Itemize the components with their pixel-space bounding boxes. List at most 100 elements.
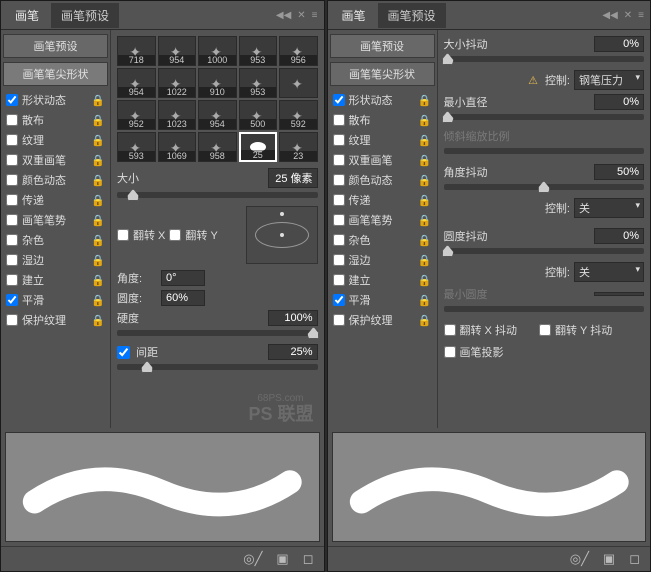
tip-shape-button[interactable]: 画笔笔尖形状 — [330, 62, 435, 86]
lock-icon[interactable]: 🔒 — [418, 154, 432, 167]
opt-build[interactable] — [333, 274, 345, 286]
angle-jitter-slider[interactable] — [444, 184, 645, 190]
opt-noise[interactable] — [333, 234, 345, 246]
overlay-icon[interactable]: ◻ — [629, 551, 640, 567]
tab-brush[interactable]: 画笔 — [332, 3, 376, 28]
lock-icon[interactable]: 🔒 — [91, 134, 105, 147]
opt-protect-texture[interactable] — [333, 314, 345, 326]
opt-wet-edge[interactable] — [6, 254, 18, 266]
size-jitter-slider[interactable] — [444, 56, 645, 62]
brush-thumb[interactable]: ✦956 — [279, 36, 318, 66]
lock-icon[interactable]: 🔒 — [91, 174, 105, 187]
spacing-slider[interactable] — [117, 364, 318, 370]
lock-icon[interactable]: 🔒 — [91, 214, 105, 227]
opt-protect-texture[interactable] — [6, 314, 18, 326]
menu-icon[interactable]: ≡ — [312, 10, 318, 21]
lock-icon[interactable]: 🔒 — [418, 194, 432, 207]
brush-thumb[interactable]: ✦500 — [239, 100, 278, 130]
opt-noise[interactable] — [6, 234, 18, 246]
tip-shape-button[interactable]: 画笔笔尖形状 — [3, 62, 108, 86]
lock-icon[interactable]: 🔒 — [91, 154, 105, 167]
toggle-preview-icon[interactable]: ◎╱ — [243, 551, 262, 567]
hardness-value[interactable]: 100% — [268, 310, 318, 326]
tab-preset[interactable]: 画笔预设 — [378, 3, 446, 28]
lock-icon[interactable]: 🔒 — [91, 254, 105, 267]
lock-icon[interactable]: 🔒 — [91, 294, 105, 307]
lock-icon[interactable]: 🔒 — [418, 174, 432, 187]
brush-thumb[interactable]: 25 — [239, 132, 278, 162]
brush-thumb[interactable]: ✦953 — [239, 36, 278, 66]
lock-icon[interactable]: 🔒 — [418, 294, 432, 307]
flip-y-jitter-check[interactable] — [539, 324, 551, 336]
brush-thumb[interactable]: ✦1023 — [158, 100, 197, 130]
brush-thumb[interactable]: ✦23 — [279, 132, 318, 162]
flip-x-jitter-check[interactable] — [444, 324, 456, 336]
opt-transfer[interactable] — [333, 194, 345, 206]
angle-viewer[interactable] — [246, 206, 318, 264]
opt-smooth[interactable] — [333, 294, 345, 306]
opt-smooth[interactable] — [6, 294, 18, 306]
lock-icon[interactable]: 🔒 — [91, 274, 105, 287]
round-jitter-value[interactable]: 0% — [594, 228, 644, 244]
lock-icon[interactable]: 🔒 — [418, 94, 432, 107]
opt-scatter[interactable] — [6, 114, 18, 126]
lock-icon[interactable]: 🔒 — [418, 234, 432, 247]
lock-icon[interactable]: 🔒 — [418, 314, 432, 327]
brush-thumb[interactable]: ✦718 — [117, 36, 156, 66]
opt-shape-dynamics[interactable] — [333, 94, 345, 106]
angle-control-select[interactable]: 关 — [574, 198, 644, 218]
control-select[interactable]: 钢笔压力 — [574, 70, 644, 90]
brush-projection-check[interactable] — [444, 346, 456, 358]
round-jitter-slider[interactable] — [444, 248, 645, 254]
opt-scatter[interactable] — [333, 114, 345, 126]
tab-preset[interactable]: 画笔预设 — [51, 3, 119, 28]
brush-thumb[interactable]: ✦952 — [117, 100, 156, 130]
lock-icon[interactable]: 🔒 — [418, 114, 432, 127]
opt-color-dynamics[interactable] — [333, 174, 345, 186]
min-diameter-slider[interactable] — [444, 114, 645, 120]
close-icon[interactable]: ✕ — [624, 10, 632, 21]
new-preset-icon[interactable]: ▣ — [603, 551, 615, 567]
opt-texture[interactable] — [6, 134, 18, 146]
lock-icon[interactable]: 🔒 — [91, 94, 105, 107]
size-slider[interactable] — [117, 192, 318, 198]
size-value[interactable]: 25 像素 — [268, 168, 318, 188]
opt-pose[interactable] — [6, 214, 18, 226]
min-diameter-value[interactable]: 0% — [594, 94, 644, 110]
lock-icon[interactable]: 🔒 — [91, 234, 105, 247]
menu-icon[interactable]: ≡ — [638, 10, 644, 21]
brush-thumb[interactable]: ✦954 — [158, 36, 197, 66]
opt-dual-brush[interactable] — [333, 154, 345, 166]
opt-dual-brush[interactable] — [6, 154, 18, 166]
collapse-icon[interactable]: ◀◀ — [276, 10, 291, 21]
flip-x-check[interactable] — [117, 229, 129, 241]
opt-shape-dynamics[interactable] — [6, 94, 18, 106]
brush-thumb[interactable]: ✦1069 — [158, 132, 197, 162]
brush-thumb[interactable]: ✦958 — [198, 132, 237, 162]
lock-icon[interactable]: 🔒 — [91, 194, 105, 207]
roundness-value[interactable]: 60% — [161, 290, 205, 306]
angle-jitter-value[interactable]: 50% — [594, 164, 644, 180]
brush-thumb[interactable]: ✦1000 — [198, 36, 237, 66]
brush-thumb[interactable]: ✦954 — [198, 100, 237, 130]
round-control-select[interactable]: 关 — [574, 262, 644, 282]
opt-texture[interactable] — [333, 134, 345, 146]
brush-thumb[interactable]: ✦954 — [117, 68, 156, 98]
brush-thumb[interactable]: ✦ — [279, 68, 318, 98]
lock-icon[interactable]: 🔒 — [418, 134, 432, 147]
tab-brush[interactable]: 画笔 — [5, 3, 49, 28]
spacing-check[interactable] — [117, 346, 130, 359]
angle-value[interactable]: 0° — [161, 270, 205, 286]
brush-thumb[interactable]: ✦953 — [239, 68, 278, 98]
size-jitter-value[interactable]: 0% — [594, 36, 644, 52]
brush-thumb[interactable]: ✦910 — [198, 68, 237, 98]
opt-build[interactable] — [6, 274, 18, 286]
brush-thumb[interactable]: ✦593 — [117, 132, 156, 162]
lock-icon[interactable]: 🔒 — [91, 114, 105, 127]
lock-icon[interactable]: 🔒 — [418, 274, 432, 287]
new-preset-icon[interactable]: ▣ — [276, 551, 288, 567]
lock-icon[interactable]: 🔒 — [91, 314, 105, 327]
spacing-value[interactable]: 25% — [268, 344, 318, 360]
toggle-preview-icon[interactable]: ◎╱ — [570, 551, 589, 567]
overlay-icon[interactable]: ◻ — [303, 551, 314, 567]
